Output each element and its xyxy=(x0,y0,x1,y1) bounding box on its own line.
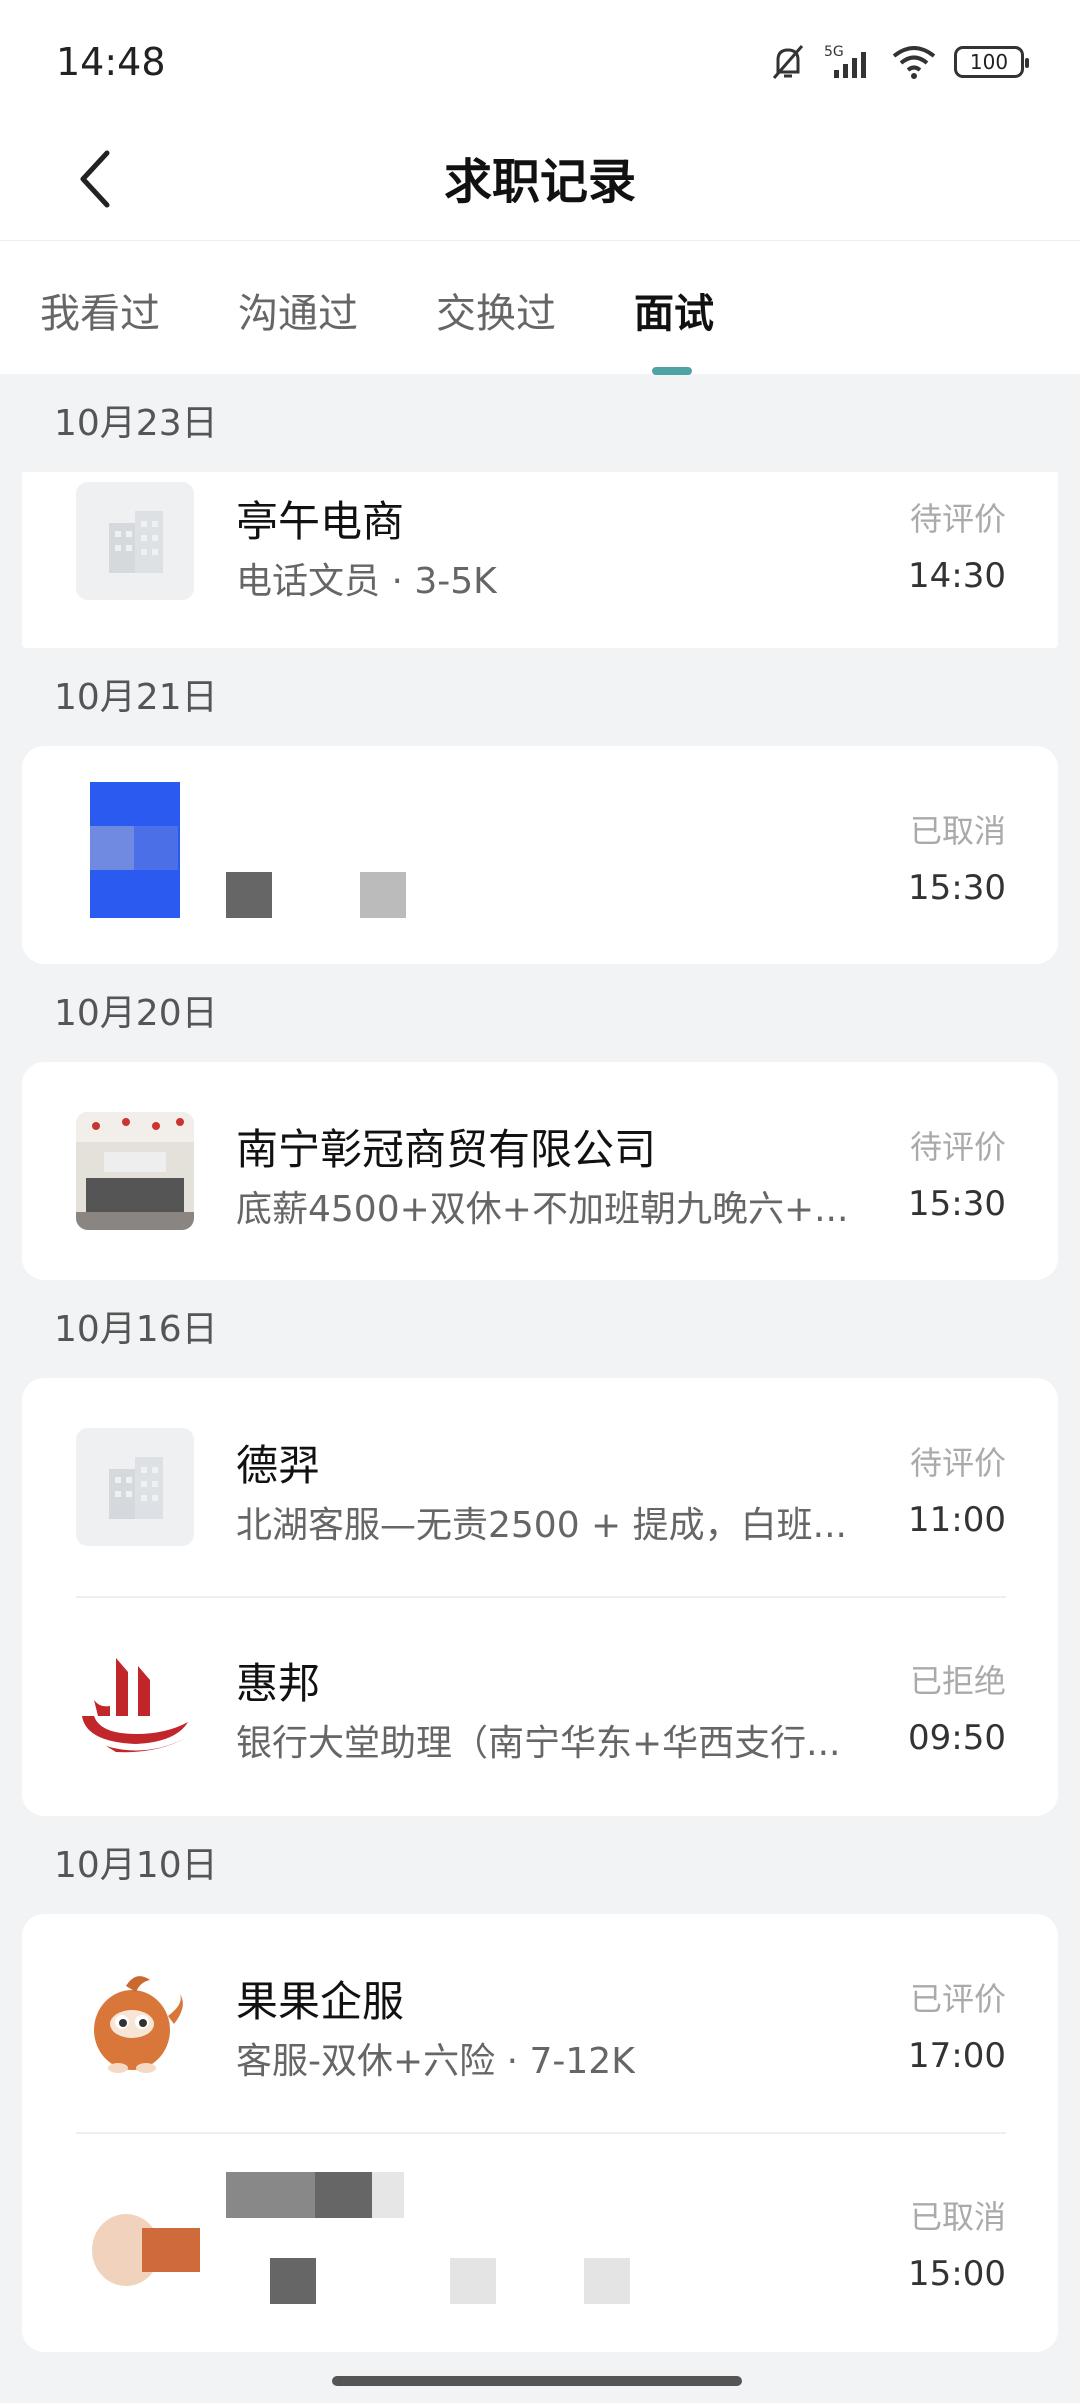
date-header: 10月16日 xyxy=(54,1309,218,1350)
battery-icon: 100 xyxy=(954,46,1029,78)
tab-viewed[interactable]: 我看过 xyxy=(40,281,160,339)
wifi-icon xyxy=(892,46,936,79)
interview-item[interactable]: 惠邦 银行大堂助理（南宁华东+华西支行... 已拒绝 09:50 xyxy=(22,1598,1058,1816)
interview-card: 果果企服 客服-双休+六险 · 7-12K 已评价 17:00 已取消 15:0… xyxy=(22,1914,1058,2352)
status-label: 已取消 xyxy=(909,812,1006,850)
network-label: 5G xyxy=(824,44,844,60)
blurred-text xyxy=(450,2258,496,2304)
page-title: 求职记录 xyxy=(443,154,636,210)
interview-card: 亭午电商 电话文员 · 3-5K 待评价 14:30 xyxy=(22,472,1058,648)
company-name: 果果企服 xyxy=(236,1977,405,2026)
building-icon xyxy=(76,1428,194,1546)
interview-time: 11:00 xyxy=(908,1500,1006,1540)
interview-time: 14:30 xyxy=(908,556,1006,596)
company-name: 亭午电商 xyxy=(236,497,405,546)
interview-item[interactable]: 德羿 北湖客服—无责2500 + 提成，白班... 待评价 11:00 xyxy=(22,1378,1058,1596)
status-time: 14:48 xyxy=(56,40,166,84)
blurred-text xyxy=(226,2172,404,2218)
status-icons: 5G 100 xyxy=(770,40,1029,84)
status-label: 待评价 xyxy=(909,500,1006,538)
interview-time: 15:30 xyxy=(908,1184,1006,1224)
job-title: 客服-双休+六险 · 7-12K xyxy=(236,2041,635,2082)
interview-item[interactable]: 已取消 15:30 xyxy=(22,746,1058,964)
date-header: 10月20日 xyxy=(54,993,218,1034)
date-header: 10月21日 xyxy=(54,677,218,718)
interview-time: 09:50 xyxy=(908,1718,1006,1758)
status-label: 待评价 xyxy=(909,1128,1006,1166)
company-name: 惠邦 xyxy=(236,1659,321,1708)
job-title: 底薪4500+双休+不加班朝九晚六+... xyxy=(236,1189,849,1230)
interview-item[interactable]: 南宁彰冠商贸有限公司 底薪4500+双休+不加班朝九晚六+... 待评价 15:… xyxy=(22,1062,1058,1280)
interview-time: 17:00 xyxy=(908,2036,1006,2076)
status-label: 待评价 xyxy=(909,1444,1006,1482)
interview-item[interactable]: 果果企服 客服-双休+六险 · 7-12K 已评价 17:00 xyxy=(22,1914,1058,2132)
blurred-logo xyxy=(90,782,180,918)
company-name: 南宁彰冠商贸有限公司 xyxy=(236,1125,657,1174)
mascot-logo xyxy=(76,1964,194,2082)
huibang-logo xyxy=(76,1646,194,1764)
status-label: 已取消 xyxy=(909,2198,1006,2236)
interview-card: 南宁彰冠商贸有限公司 底薪4500+双休+不加班朝九晚六+... 待评价 15:… xyxy=(22,1062,1058,1280)
tab-bar: 我看过 沟通过 交换过 面试 xyxy=(0,240,1080,375)
date-header: 10月23日 xyxy=(54,403,218,444)
interview-time: 15:00 xyxy=(908,2254,1006,2294)
nav-bar: 求职记录 xyxy=(0,120,1080,240)
blurred-text xyxy=(584,2258,630,2304)
job-title: 银行大堂助理（南宁华东+华西支行... xyxy=(236,1723,841,1764)
building-icon xyxy=(76,482,194,600)
interview-time: 15:30 xyxy=(908,868,1006,908)
interview-item[interactable]: 亭午电商 电话文员 · 3-5K 待评价 14:30 xyxy=(22,472,1058,648)
blurred-text xyxy=(270,2258,316,2304)
company-name: 德羿 xyxy=(236,1441,321,1490)
blurred-text xyxy=(360,872,406,918)
mute-bell-icon xyxy=(772,45,804,79)
tab-exchanged[interactable]: 交换过 xyxy=(436,281,556,339)
status-label: 已评价 xyxy=(909,1980,1006,2018)
date-header: 10月10日 xyxy=(54,1845,218,1886)
status-label: 已拒绝 xyxy=(909,1662,1006,1700)
tab-indicator xyxy=(652,367,692,375)
blurred-text xyxy=(226,872,272,918)
interview-card: 德羿 北湖客服—无责2500 + 提成，白班... 待评价 11:00 惠邦 银… xyxy=(22,1378,1058,1816)
job-title: 电话文员 · 3-5K xyxy=(236,561,497,602)
tab-interview[interactable]: 面试 xyxy=(634,281,714,339)
home-indicator[interactable] xyxy=(332,2376,742,2386)
blurred-logo xyxy=(82,2186,204,2304)
signal-5g-icon: 5G xyxy=(824,44,866,78)
office-photo xyxy=(76,1112,194,1230)
interview-card: 已取消 15:30 xyxy=(22,746,1058,964)
interview-item[interactable]: 已取消 15:00 xyxy=(22,2134,1058,2352)
status-bar: 14:48 5G 100 xyxy=(0,0,1080,120)
tab-communicated[interactable]: 沟通过 xyxy=(238,281,358,339)
job-title: 北湖客服—无责2500 + 提成，白班... xyxy=(236,1505,847,1546)
